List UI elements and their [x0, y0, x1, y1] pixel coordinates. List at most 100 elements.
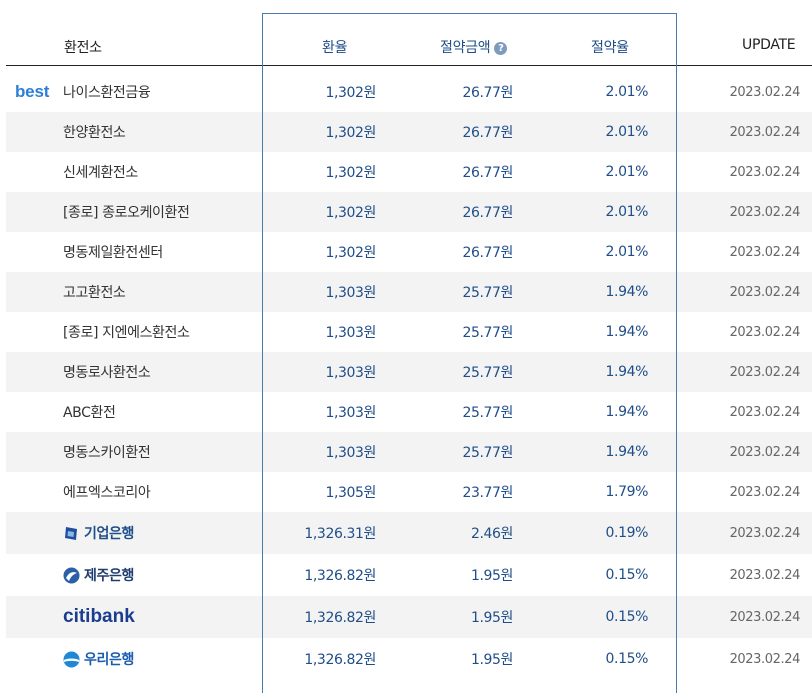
- update-date: 2023.02.24: [729, 204, 801, 220]
- exchanger-name[interactable]: 신세계환전소: [63, 152, 138, 192]
- col-exchanger: 환전소: [64, 40, 102, 56]
- rate-value: 1,303원: [325, 365, 376, 381]
- exchanger-name[interactable]: 명동스카이환전: [63, 432, 151, 472]
- woori-bank-logo-icon: [63, 651, 80, 667]
- table-row[interactable]: 에프엑스코리아 1,305원 23.77원 1.79% 2023.02.24: [6, 472, 812, 512]
- saving-rate-value: 2.01%: [605, 204, 649, 220]
- table-row[interactable]: citibank 1,326.82원 1.95원 0.15% 2023.02.2…: [6, 596, 812, 638]
- exchanger-name[interactable]: 한양환전소: [63, 112, 126, 152]
- exchanger-name[interactable]: [종로] 종로오케이환전: [63, 192, 190, 232]
- rate-value: 1,303원: [325, 325, 376, 341]
- bank-name[interactable]: 제주은행: [63, 554, 134, 596]
- update-date: 2023.02.24: [729, 484, 801, 500]
- rate-value: 1,326.82원: [304, 610, 376, 626]
- exchange-table: best 나이스환전금융 1,302원 26.77원 2.01% 2023.02…: [6, 72, 812, 680]
- saving-rate-value: 2.01%: [605, 164, 649, 180]
- table-row[interactable]: 우리은행 1,326.82원 1.95원 0.15% 2023.02.24: [6, 638, 812, 680]
- exchanger-name[interactable]: 고고환전소: [63, 272, 126, 312]
- saving-rate-value: 0.15%: [605, 651, 649, 667]
- rate-value: 1,303원: [325, 445, 376, 461]
- col-saving-amount: 절약금액?: [440, 37, 508, 57]
- update-date: 2023.02.24: [729, 567, 801, 583]
- rate-value: 1,303원: [325, 405, 376, 421]
- saving-value: 26.77원: [462, 205, 513, 221]
- saving-rate-value: 1.94%: [605, 284, 649, 300]
- update-date: 2023.02.24: [729, 404, 801, 420]
- rate-value: 1,326.82원: [304, 568, 376, 584]
- jeju-bank-logo-icon: [63, 567, 80, 583]
- table-row[interactable]: 기업은행 1,326.31원 2.46원 0.19% 2023.02.24: [6, 512, 812, 554]
- exchanger-name[interactable]: 명동제일환전센터: [63, 232, 163, 272]
- saving-rate-value: 1.79%: [605, 484, 649, 500]
- table-row[interactable]: 제주은행 1,326.82원 1.95원 0.15% 2023.02.24: [6, 554, 812, 596]
- table-header: 환전소 환율 절약금액? 절약율 UPDATE: [6, 13, 812, 66]
- saving-rate-value: 1.94%: [605, 364, 649, 380]
- saving-rate-value: 1.94%: [605, 324, 649, 340]
- rate-value: 1,326.82원: [304, 652, 376, 668]
- update-date: 2023.02.24: [729, 364, 801, 380]
- citibank-logo[interactable]: citibank: [63, 596, 135, 638]
- table-row[interactable]: 명동스카이환전 1,303원 25.77원 1.94% 2023.02.24: [6, 432, 812, 472]
- table-row[interactable]: [종로] 지엔에스환전소 1,303원 25.77원 1.94% 2023.02…: [6, 312, 812, 352]
- rate-value: 1,302원: [325, 85, 376, 101]
- update-date: 2023.02.24: [729, 324, 801, 340]
- exchanger-name[interactable]: 명동로사환전소: [63, 352, 151, 392]
- exchanger-name[interactable]: 나이스환전금융: [63, 72, 151, 112]
- table-row[interactable]: [종로] 종로오케이환전 1,302원 26.77원 2.01% 2023.02…: [6, 192, 812, 232]
- saving-value: 25.77원: [462, 365, 513, 381]
- saving-rate-value: 2.01%: [605, 244, 649, 260]
- col-update: UPDATE: [742, 37, 796, 53]
- table-row[interactable]: 신세계환전소 1,302원 26.77원 2.01% 2023.02.24: [6, 152, 812, 192]
- bank-name[interactable]: 우리은행: [63, 638, 134, 680]
- rate-value: 1,302원: [325, 125, 376, 141]
- saving-value: 25.77원: [462, 445, 513, 461]
- saving-rate-value: 0.19%: [605, 525, 649, 541]
- bank-name-label: 기업은행: [84, 526, 134, 542]
- saving-value: 26.77원: [462, 165, 513, 181]
- saving-rate-value: 2.01%: [605, 84, 649, 100]
- saving-value: 1.95원: [470, 652, 513, 668]
- saving-value: 25.77원: [462, 285, 513, 301]
- table-row[interactable]: best 나이스환전금융 1,302원 26.77원 2.01% 2023.02…: [6, 72, 812, 112]
- saving-value: 25.77원: [462, 405, 513, 421]
- ibk-logo-icon: [65, 526, 77, 540]
- rate-value: 1,302원: [325, 245, 376, 261]
- saving-rate-value: 0.15%: [605, 609, 649, 625]
- col-saving-amount-label: 절약금액: [440, 40, 491, 56]
- help-icon[interactable]: ?: [494, 42, 508, 55]
- table-row[interactable]: ABC환전 1,303원 25.77원 1.94% 2023.02.24: [6, 392, 812, 432]
- update-date: 2023.02.24: [729, 124, 801, 140]
- update-date: 2023.02.24: [729, 609, 801, 625]
- update-date: 2023.02.24: [729, 244, 801, 260]
- saving-value: 26.77원: [462, 245, 513, 261]
- saving-rate-value: 1.94%: [605, 404, 649, 420]
- rate-value: 1,326.31원: [304, 526, 376, 542]
- table-row[interactable]: 한양환전소 1,302원 26.77원 2.01% 2023.02.24: [6, 112, 812, 152]
- saving-rate-value: 1.94%: [605, 444, 649, 460]
- exchanger-name[interactable]: 에프엑스코리아: [63, 472, 151, 512]
- update-date: 2023.02.24: [729, 651, 801, 667]
- rate-value: 1,303원: [325, 285, 376, 301]
- col-rate: 환율: [322, 40, 348, 56]
- col-saving-rate: 절약율: [591, 40, 629, 56]
- update-date: 2023.02.24: [729, 444, 801, 460]
- saving-value: 23.77원: [462, 485, 513, 501]
- table-row[interactable]: 고고환전소 1,303원 25.77원 1.94% 2023.02.24: [6, 272, 812, 312]
- saving-value: 26.77원: [462, 85, 513, 101]
- table-row[interactable]: 명동제일환전센터 1,302원 26.77원 2.01% 2023.02.24: [6, 232, 812, 272]
- rate-value: 1,302원: [325, 205, 376, 221]
- rate-value: 1,302원: [325, 165, 376, 181]
- table-row[interactable]: 명동로사환전소 1,303원 25.77원 1.94% 2023.02.24: [6, 352, 812, 392]
- exchanger-name[interactable]: ABC환전: [63, 392, 116, 432]
- exchanger-name[interactable]: [종로] 지엔에스환전소: [63, 312, 190, 352]
- saving-rate-value: 2.01%: [605, 124, 649, 140]
- update-date: 2023.02.24: [729, 525, 801, 541]
- saving-value: 1.95원: [470, 568, 513, 584]
- update-date: 2023.02.24: [729, 164, 801, 180]
- best-badge: best: [15, 82, 50, 101]
- saving-rate-value: 0.15%: [605, 567, 649, 583]
- saving-value: 1.95원: [470, 610, 513, 626]
- rate-value: 1,305원: [325, 485, 376, 501]
- bank-name[interactable]: 기업은행: [63, 512, 134, 554]
- update-date: 2023.02.24: [729, 284, 801, 300]
